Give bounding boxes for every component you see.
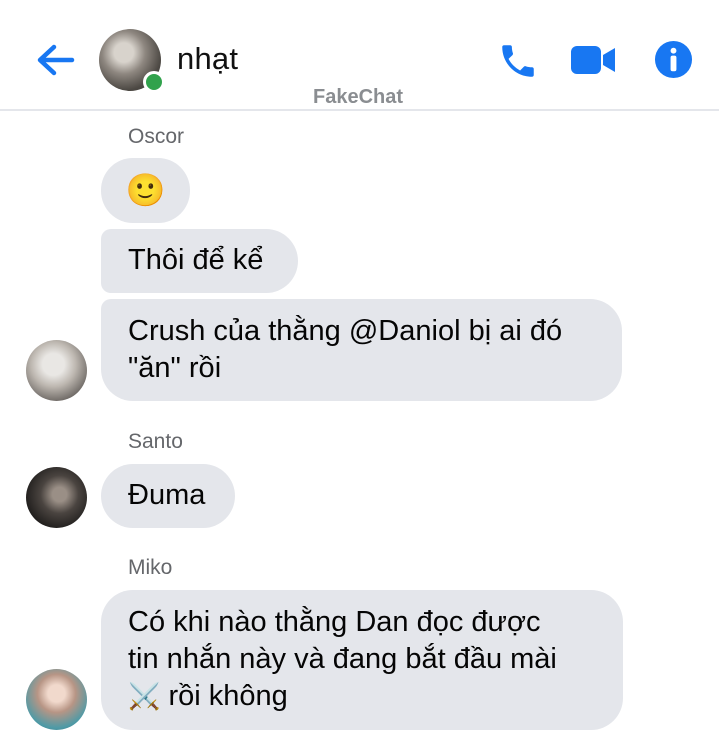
sender-name: Santo bbox=[128, 430, 183, 453]
watermark: FakeChat bbox=[313, 86, 404, 108]
message-bubble[interactable]: 🙂 bbox=[101, 158, 190, 223]
arrow-left-icon bbox=[37, 44, 75, 76]
message-text-line: Có khi nào thằng Dan đọc được bbox=[128, 606, 541, 638]
smile-emoji: 🙂 bbox=[125, 172, 166, 208]
contact-name[interactable]: nhạt bbox=[177, 41, 238, 77]
message-text: Đuma bbox=[128, 479, 206, 511]
online-status-dot bbox=[143, 71, 165, 93]
sender-avatar[interactable] bbox=[26, 467, 87, 528]
crossed-swords-icon: ⚔️ bbox=[128, 681, 161, 711]
message-text-line: Crush của thằng @Daniol bị ai đó bbox=[128, 315, 563, 347]
back-button[interactable] bbox=[30, 38, 78, 82]
sender-avatar[interactable] bbox=[26, 340, 87, 401]
message-text: rồi không bbox=[168, 680, 288, 712]
info-icon bbox=[654, 40, 693, 79]
sender-name: Miko bbox=[128, 556, 173, 579]
message-text-line: ⚔️ rồi không bbox=[128, 678, 623, 715]
video-call-button[interactable] bbox=[570, 43, 616, 82]
contact-avatar[interactable] bbox=[99, 29, 165, 93]
video-camera-icon bbox=[571, 46, 615, 74]
phone-icon bbox=[502, 45, 534, 77]
message-bubble[interactable]: Có khi nào thằng Dan đọc được tin nhắn n… bbox=[101, 590, 623, 730]
info-button[interactable] bbox=[654, 40, 693, 84]
sender-name: Oscor bbox=[128, 125, 185, 148]
message-text-line: tin nhắn này và đang bắt đầu mài bbox=[128, 643, 557, 675]
message-text-line: "ăn" rồi bbox=[128, 352, 222, 384]
message-text: Thôi để kể bbox=[128, 244, 264, 276]
sender-avatar[interactable] bbox=[26, 669, 87, 730]
message-bubble[interactable]: Crush của thằng @Daniol bị ai đó "ăn" rồ… bbox=[101, 299, 622, 401]
message-bubble[interactable]: Đuma bbox=[101, 464, 235, 528]
message-bubble[interactable]: Thôi để kể bbox=[101, 229, 298, 293]
voice-call-button[interactable] bbox=[497, 40, 539, 87]
